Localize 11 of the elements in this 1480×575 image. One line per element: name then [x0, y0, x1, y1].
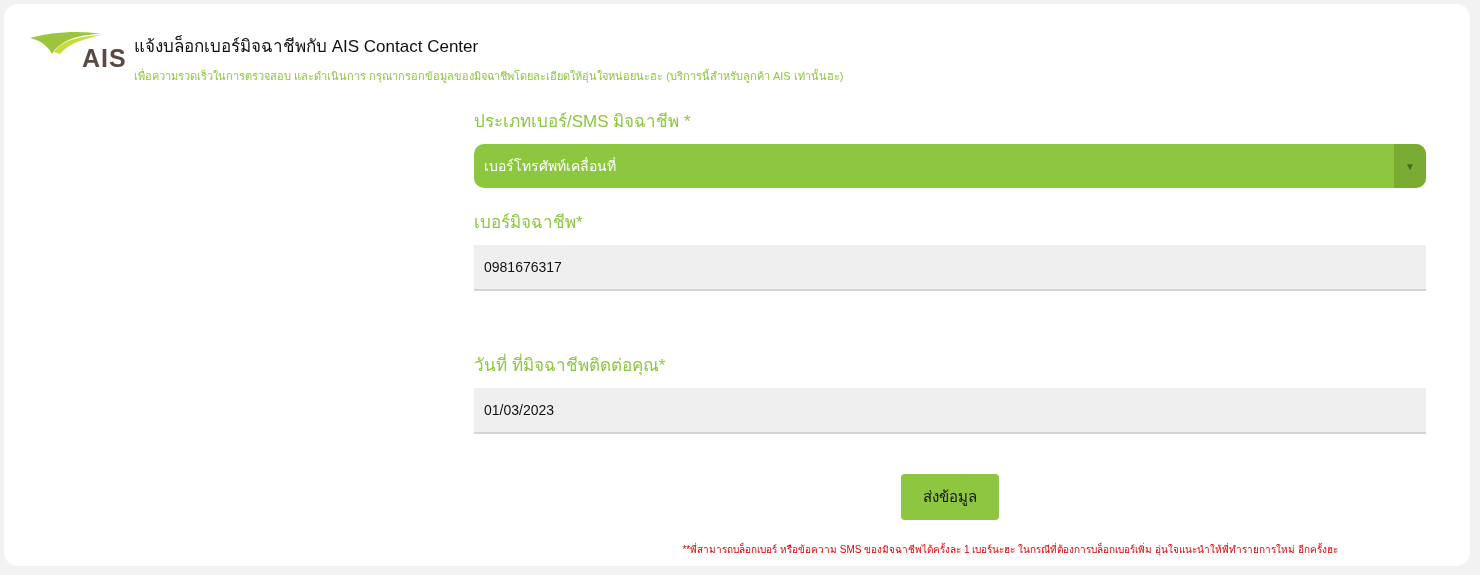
logo-text: AIS — [82, 44, 127, 73]
caret-icon: ▼ — [1394, 144, 1426, 188]
input-field[interactable]: 0981676317 — [474, 245, 1426, 291]
input-field[interactable]: 01/03/2023 — [474, 388, 1426, 434]
page-title: แจ้งบล็อกเบอร์มิจฉาชีพกับ AIS Contact Center — [134, 34, 480, 58]
field-label: วันที่ ที่มิจฉาชีพติดต่อคุณ* — [474, 351, 1426, 378]
submit-button[interactable]: ส่งข้อมูล — [901, 474, 999, 520]
page-subtitle: เพื่อความรวดเร็วในการตรวจสอบ และดำเนินการ กรุณากรอกข้อมูลของมิจฉาชีพโดยละเอียดให้อุ่นใจหน่อยนะฮะ (บริการนี้สำหรับลูกค้า AIS เท่านั้นฮะ) — [134, 67, 844, 85]
field-label: ประเภทเบอร์/SMS มิจฉาชีพ * — [474, 111, 692, 133]
note-text: **พี่สามารถบล็อกเบอร์ หรือข้อความ SMS ของมิจฉาชีพได้ครั้งละ 1 เบอร์นะฮะ ในกรณีที่ต้องการบล็อกเบอร์เพิ่ม อุ่นใจแนะนำให้พี่ทำรายการใหม่ อีกครั้งฮะ — [681, 542, 1339, 557]
field-label: เบอร์มิจฉาชีพ* — [474, 212, 584, 234]
